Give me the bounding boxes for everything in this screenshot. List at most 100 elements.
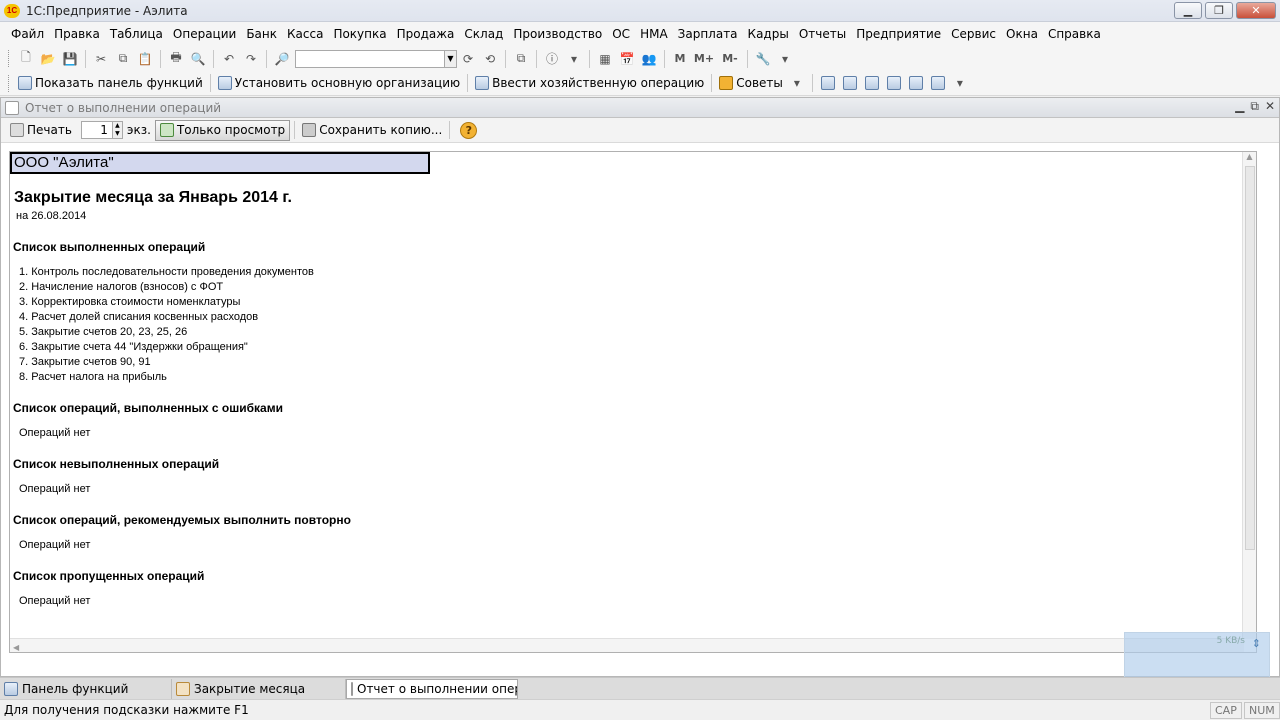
cut-icon[interactable]: ✂ [91,49,111,69]
section-done-title: Список выполненных операций [13,240,206,254]
menu-purchase[interactable]: Покупка [328,27,391,41]
toolbar-grip[interactable] [8,74,11,92]
skipped-value: Операций нет [19,595,91,607]
organization-cell[interactable]: ООО "Аэлита" [10,152,430,174]
close-button[interactable]: ✕ [1236,2,1276,19]
journal-icon-1[interactable] [818,73,838,93]
new-document-icon[interactable]: 🗋 [16,49,36,69]
menu-os[interactable]: ОС [607,27,635,41]
journal-icon-5[interactable] [906,73,926,93]
scroll-up-icon[interactable]: ▲ [1243,152,1256,161]
report-window-title: Отчет о выполнении операций [25,100,222,115]
save-copy-button[interactable]: Сохранить копию... [299,123,445,137]
done-item: 8. Расчет налога на прибыль [19,371,167,383]
calendar-icon[interactable]: 📅 [617,49,637,69]
standard-toolbar: 🗋 📂 💾 ✂ ⧉ 📋 🖶 🔍 ↶ ↷ 🔎 ▼ ⟳ ⟲ ⧉ ⓘ ▾ ▦ 📅 👥 … [0,46,1280,71]
journal-icon-3[interactable] [862,73,882,93]
redo-icon[interactable]: ↷ [241,49,261,69]
open-folder-icon[interactable]: 📂 [38,49,58,69]
view-only-button[interactable]: Только просмотр [154,119,291,141]
report-date: на 26.08.2014 [16,210,87,222]
task-report[interactable]: Отчет о выполнении опера... [346,678,518,699]
toolbar-grip[interactable] [8,50,11,67]
tips-dropdown-icon[interactable]: ▾ [787,73,807,93]
memory-button[interactable]: M [670,49,690,69]
save-icon[interactable]: 💾 [60,49,80,69]
paste-icon[interactable]: 📋 [135,49,155,69]
menu-cash[interactable]: Касса [282,27,328,41]
menu-warehouse[interactable]: Склад [459,27,508,41]
document-icon [5,100,19,115]
journal-icon-2[interactable] [840,73,860,93]
maximize-doc-icon[interactable]: ⧉ [1250,99,1259,114]
menu-help[interactable]: Справка [1043,27,1106,41]
tools-dropdown-icon[interactable]: ▾ [775,49,795,69]
section-skipped-title: Список пропущенных операций [13,569,205,583]
journal-icon-4[interactable] [884,73,904,93]
search-input[interactable] [295,49,445,68]
menu-hr[interactable]: Кадры [743,27,794,41]
info-icon[interactable]: ⓘ [542,49,562,69]
menu-salary[interactable]: Зарплата [673,27,743,41]
minimize-button[interactable]: ▁ [1174,2,1202,19]
print-preview-icon[interactable]: 🔍 [188,49,208,69]
undo-icon[interactable]: ↶ [219,49,239,69]
task-month-closing[interactable]: Закрытие месяца [172,678,346,699]
memory-plus-button[interactable]: M+ [692,49,716,69]
menu-operations[interactable]: Операции [168,27,241,41]
find-next-icon[interactable]: ⟳ [458,49,478,69]
help-icon[interactable]: ? [460,121,478,139]
caps-lock-indicator: CAP [1210,702,1242,719]
tips-icon [719,76,734,90]
journals-dropdown-icon[interactable]: ▾ [950,73,970,93]
window-title: 1С:Предприятие - Аэлита [26,3,188,18]
menu-service[interactable]: Сервис [946,27,1001,41]
tips-button[interactable]: Советы [716,76,786,90]
menu-production[interactable]: Производство [508,27,607,41]
menu-sale[interactable]: Продажа [392,27,460,41]
restore-button[interactable]: ❐ [1205,2,1233,19]
vertical-scrollbar[interactable]: ▲ [1242,152,1256,639]
printer-icon [10,123,24,137]
vertical-scroll-thumb[interactable] [1245,166,1255,550]
menu-edit[interactable]: Правка [49,27,105,41]
menu-table[interactable]: Таблица [105,27,168,41]
menu-windows[interactable]: Окна [1001,27,1043,41]
set-organization-button[interactable]: Установить основную организацию [215,76,463,90]
search-icon[interactable]: 🔎 [272,49,292,69]
users-icon[interactable]: 👥 [639,49,659,69]
tray-scroll-icon[interactable]: ⇕ [1252,637,1261,650]
minimize-doc-icon[interactable]: ▁ [1235,99,1244,114]
window-taskbar: Панель функций Закрытие месяца Отчет о в… [0,677,1280,699]
find-prev-icon[interactable]: ⟲ [480,49,500,69]
windows-icon[interactable]: ⧉ [511,49,531,69]
calculator-icon[interactable]: ▦ [595,49,615,69]
info-dropdown-icon[interactable]: ▾ [564,49,584,69]
copy-icon[interactable]: ⧉ [113,49,133,69]
done-item: 6. Закрытие счета 44 "Издержки обращения… [19,341,248,353]
menu-enterprise[interactable]: Предприятие [851,27,946,41]
report-spreadsheet[interactable]: ООО "Аэлита" Закрытие месяца за Январь 2… [9,151,1257,653]
section-repeat-title: Список операций, рекомендуемых выполнить… [13,513,351,527]
copies-spinner[interactable]: ▲ ▼ [112,121,123,139]
close-doc-icon[interactable]: ✕ [1265,99,1275,114]
show-panel-button[interactable]: Показать панель функций [15,76,206,90]
memory-minus-button[interactable]: M- [718,49,742,69]
menu-bank[interactable]: Банк [241,27,282,41]
enter-operation-button[interactable]: Ввести хозяйственную операцию [472,76,707,90]
menu-file[interactable]: Файл [6,27,49,41]
journal-icon-6[interactable] [928,73,948,93]
menu-reports[interactable]: Отчеты [794,27,851,41]
print-icon[interactable]: 🖶 [166,49,186,69]
repeat-value: Операций нет [19,539,91,551]
search-dropdown-icon[interactable]: ▼ [445,49,457,68]
horizontal-scrollbar[interactable]: ◀ [10,638,1244,652]
menu-nma[interactable]: НМА [635,27,673,41]
network-speed-widget[interactable]: 5 KB/s ⇕ [1124,632,1270,678]
tools-icon[interactable]: 🔧 [753,49,773,69]
copies-input[interactable]: 1 [80,121,113,139]
print-button[interactable]: Печать [7,123,75,137]
task-function-panel[interactable]: Панель функций [0,678,172,699]
scroll-left-icon[interactable]: ◀ [10,643,19,652]
done-item: 2. Начисление налогов (взносов) с ФОТ [19,281,224,293]
